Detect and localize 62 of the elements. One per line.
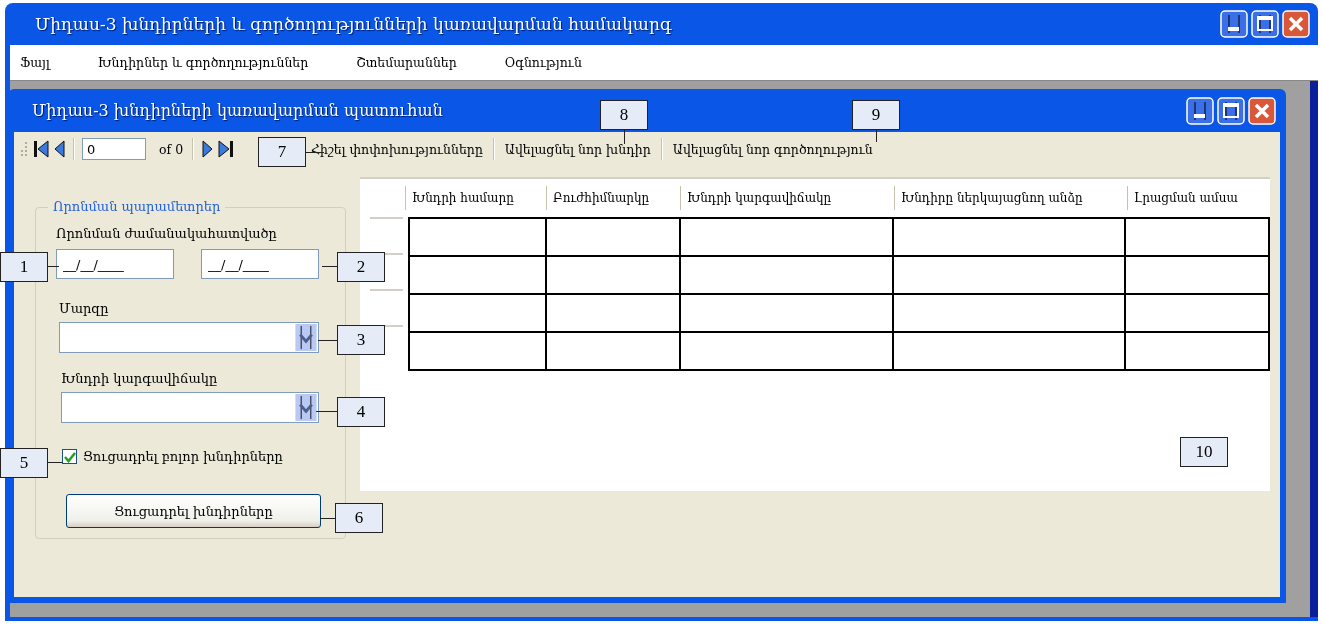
check-icon xyxy=(63,450,76,463)
maximize-button[interactable] xyxy=(1217,96,1245,125)
date-field[interactable]: __/__/____ xyxy=(201,249,319,279)
menu-item[interactable]: Օգնություն xyxy=(504,55,582,70)
record-field[interactable]: 0 xyxy=(82,138,146,160)
dropdown-field[interactable] xyxy=(61,392,319,423)
leader-line xyxy=(47,266,59,267)
window-title: Միդաս-3 խնդիրների և գործողությունների կառավարման համակարգ xyxy=(35,14,672,34)
last-record-icon[interactable] xyxy=(218,139,235,159)
next-record-icon[interactable] xyxy=(201,139,214,159)
table-row[interactable] xyxy=(409,294,1269,332)
toolbar-button[interactable]: Ավելացնել նոր գործողություն xyxy=(669,141,876,157)
field-label: Մարզը xyxy=(59,301,110,316)
minimize-button[interactable] xyxy=(1186,96,1214,125)
leader-line xyxy=(322,266,337,267)
callout-label: 5 xyxy=(0,448,48,478)
callout-label: 3 xyxy=(337,325,385,355)
dropdown-field[interactable] xyxy=(59,322,319,353)
menu-item[interactable]: Շտեմարաններ xyxy=(356,55,457,70)
first-record-icon[interactable] xyxy=(33,139,49,159)
table-row[interactable] xyxy=(409,256,1269,294)
table-row[interactable] xyxy=(409,218,1269,256)
column-header[interactable]: Խնդրի համարը xyxy=(405,186,546,210)
toolbar-button[interactable]: Ավելացնել նոր խնդիր xyxy=(501,141,654,157)
menu-item[interactable]: Ֆայլ xyxy=(20,55,50,70)
leader-line xyxy=(47,462,62,463)
window-title: Միդաս-3 խնդիրների կառավարման պատուհան xyxy=(32,101,443,120)
callout-label: 2 xyxy=(337,252,385,282)
record-count: of 0 xyxy=(159,141,184,157)
leader-line xyxy=(876,130,877,142)
field-label: Որոնման ժամանակահատվածը xyxy=(56,226,278,241)
leader-line xyxy=(320,518,335,519)
table-row[interactable] xyxy=(409,332,1269,370)
toolbar-button[interactable]: Հիշել փոփոխությունները xyxy=(308,141,486,157)
previous-record-icon[interactable] xyxy=(54,139,66,159)
leader-line xyxy=(318,340,337,341)
close-button[interactable] xyxy=(1248,96,1276,125)
leader-line xyxy=(624,130,625,144)
column-header[interactable]: Բուժհիմնարկը xyxy=(546,186,680,210)
group-title: Որոնման պարամետրեր xyxy=(48,199,226,214)
callout-label: 9 xyxy=(852,100,900,130)
checkbox-label: Ցուցադրել բոլոր խնդիրները xyxy=(83,449,283,464)
column-header[interactable]: Լրացման ամսա xyxy=(1127,186,1270,210)
menu-item[interactable]: Խնդիրներ և գործողություններ xyxy=(97,55,309,70)
minimize-button[interactable] xyxy=(1220,10,1248,38)
callout-label: 8 xyxy=(600,100,648,130)
field-label: Խնդրի կարգավիճակը xyxy=(61,371,219,386)
checkbox[interactable] xyxy=(62,449,77,464)
leader-line xyxy=(306,152,324,153)
leader-line xyxy=(316,411,337,412)
show-button[interactable]: Ցուցադրել խնդիրները xyxy=(66,494,321,528)
column-header[interactable]: Խնդրի կարգավիճակը xyxy=(680,186,894,210)
date-field[interactable]: __/__/____ xyxy=(56,249,174,279)
callout-label: 4 xyxy=(337,397,385,427)
grip-icon xyxy=(20,141,28,157)
column-header[interactable]: Խնդիրը ներկայացնող անձը xyxy=(894,186,1127,210)
callout-label: 10 xyxy=(1180,437,1228,467)
maximize-button[interactable] xyxy=(1251,10,1279,38)
callout-label: 6 xyxy=(335,503,383,533)
callout-label: 7 xyxy=(258,137,306,167)
close-button[interactable] xyxy=(1282,10,1310,38)
callout-label: 1 xyxy=(0,252,48,282)
